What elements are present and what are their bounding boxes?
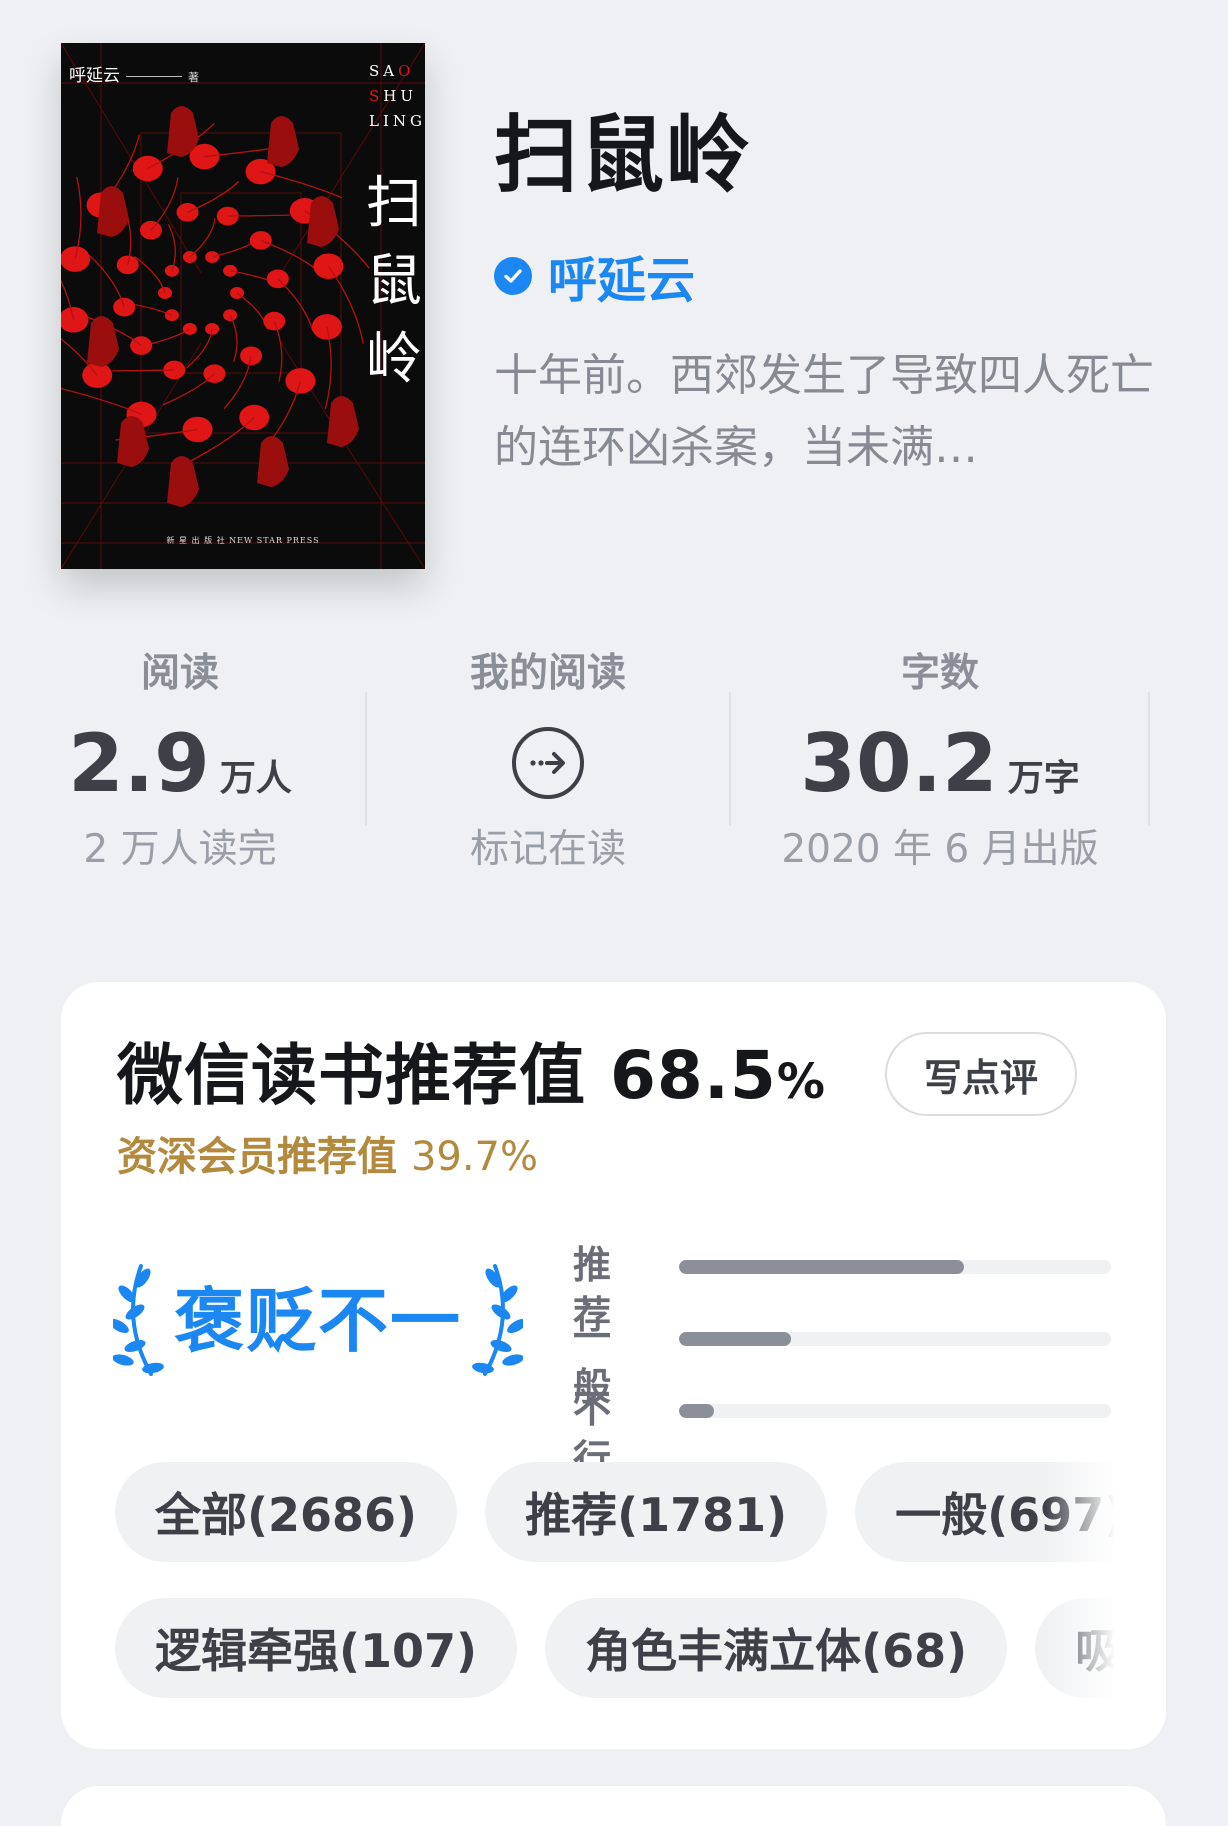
stat-reads-value: 2.9 bbox=[68, 716, 210, 810]
stat-reads-unit: 万人 bbox=[219, 758, 292, 799]
stat-divider bbox=[1148, 692, 1150, 826]
review-filter-chips: 全部(2686) 推荐(1781) 一般(697) 逻辑牵强(107) 角色丰满… bbox=[115, 1462, 1115, 1702]
chip-weak-logic[interactable]: 逻辑牵强(107) bbox=[115, 1598, 518, 1698]
verdict-badge: 褒贬不一 bbox=[113, 1260, 523, 1382]
mark-reading-link[interactable]: 标记在读 bbox=[408, 824, 688, 876]
rating-bar-fill bbox=[679, 1404, 714, 1418]
book-cover[interactable]: 呼延云著 SAO SHU LING 扫 鼠 岭 新 星 出 版 社 NEW STAR… bbox=[61, 43, 425, 569]
recommend-title: 微信读书推荐值 68.5% bbox=[117, 1036, 826, 1122]
verdict-text: 褒贬不一 bbox=[174, 1280, 462, 1362]
chip-recommend[interactable]: 推荐(1781) bbox=[485, 1462, 828, 1562]
stat-words[interactable]: 字数 30.2 万字 2020 年 6 月出版 bbox=[770, 648, 1110, 876]
senior-recommend-label: 资深会员推荐值 bbox=[117, 1134, 397, 1180]
cover-publisher: 新 星 出 版 社 NEW STAR PRESS bbox=[166, 536, 320, 545]
stat-words-label: 字数 bbox=[900, 651, 979, 696]
recommend-percent-sign: % bbox=[776, 1054, 826, 1110]
cover-spiral bbox=[61, 106, 370, 507]
write-review-button[interactable]: 写点评 bbox=[885, 1032, 1077, 1116]
next-card bbox=[61, 1786, 1166, 1826]
rating-bar-fill bbox=[679, 1332, 792, 1346]
author-name: 呼延云 bbox=[548, 251, 696, 309]
recommend-title-label: 微信读书推荐值 bbox=[117, 1037, 586, 1114]
cover-latin-line: SHU bbox=[369, 87, 418, 105]
stat-reads-label: 阅读 bbox=[140, 651, 219, 696]
stat-publish-date: 2020 年 6 月出版 bbox=[781, 827, 1099, 872]
stat-divider bbox=[729, 692, 731, 826]
chip-rich-characters[interactable]: 角色丰满立体(68) bbox=[545, 1598, 1008, 1698]
cover-author: 呼延云著 bbox=[69, 66, 199, 86]
stat-divider bbox=[365, 692, 367, 826]
recommend-value: 68.5 bbox=[609, 1037, 777, 1114]
book-intro[interactable]: 十年前。西郊发生了导致四人死亡的连环凶杀案，当未满… bbox=[494, 340, 1164, 486]
rating-bar-fill bbox=[679, 1260, 965, 1274]
author-link[interactable]: 呼延云 bbox=[494, 244, 695, 309]
chip-all[interactable]: 全部(2686) bbox=[115, 1462, 458, 1562]
book-title: 扫鼠岭 bbox=[494, 105, 753, 204]
stat-reads-finished: 2 万人读完 bbox=[83, 827, 277, 872]
cover-latin-title: SAO SHU LING bbox=[369, 59, 425, 134]
verified-check-icon bbox=[494, 257, 532, 295]
recommend-card: 微信读书推荐值 68.5% 写点评 资深会员推荐值 39.7% 褒贬不一 推荐 … bbox=[61, 982, 1166, 1749]
stat-reads[interactable]: 阅读 2.9 万人 2 万人读完 bbox=[40, 648, 320, 876]
cover-latin-line: LING bbox=[369, 112, 425, 130]
stat-my-reading-label: 我的阅读 bbox=[469, 651, 626, 696]
arrow-circle-icon[interactable] bbox=[512, 727, 584, 799]
cover-latin-line: SAO bbox=[369, 62, 415, 80]
stat-words-value: 30.2 bbox=[800, 716, 998, 810]
cover-title: 扫 鼠 岭 bbox=[366, 171, 422, 392]
stat-my-reading[interactable]: 我的阅读 标记在读 bbox=[408, 648, 688, 876]
senior-recommend-value: 39.7% bbox=[410, 1134, 539, 1180]
senior-recommend: 资深会员推荐值 39.7% bbox=[117, 1130, 538, 1184]
stat-words-unit: 万字 bbox=[1007, 758, 1080, 799]
